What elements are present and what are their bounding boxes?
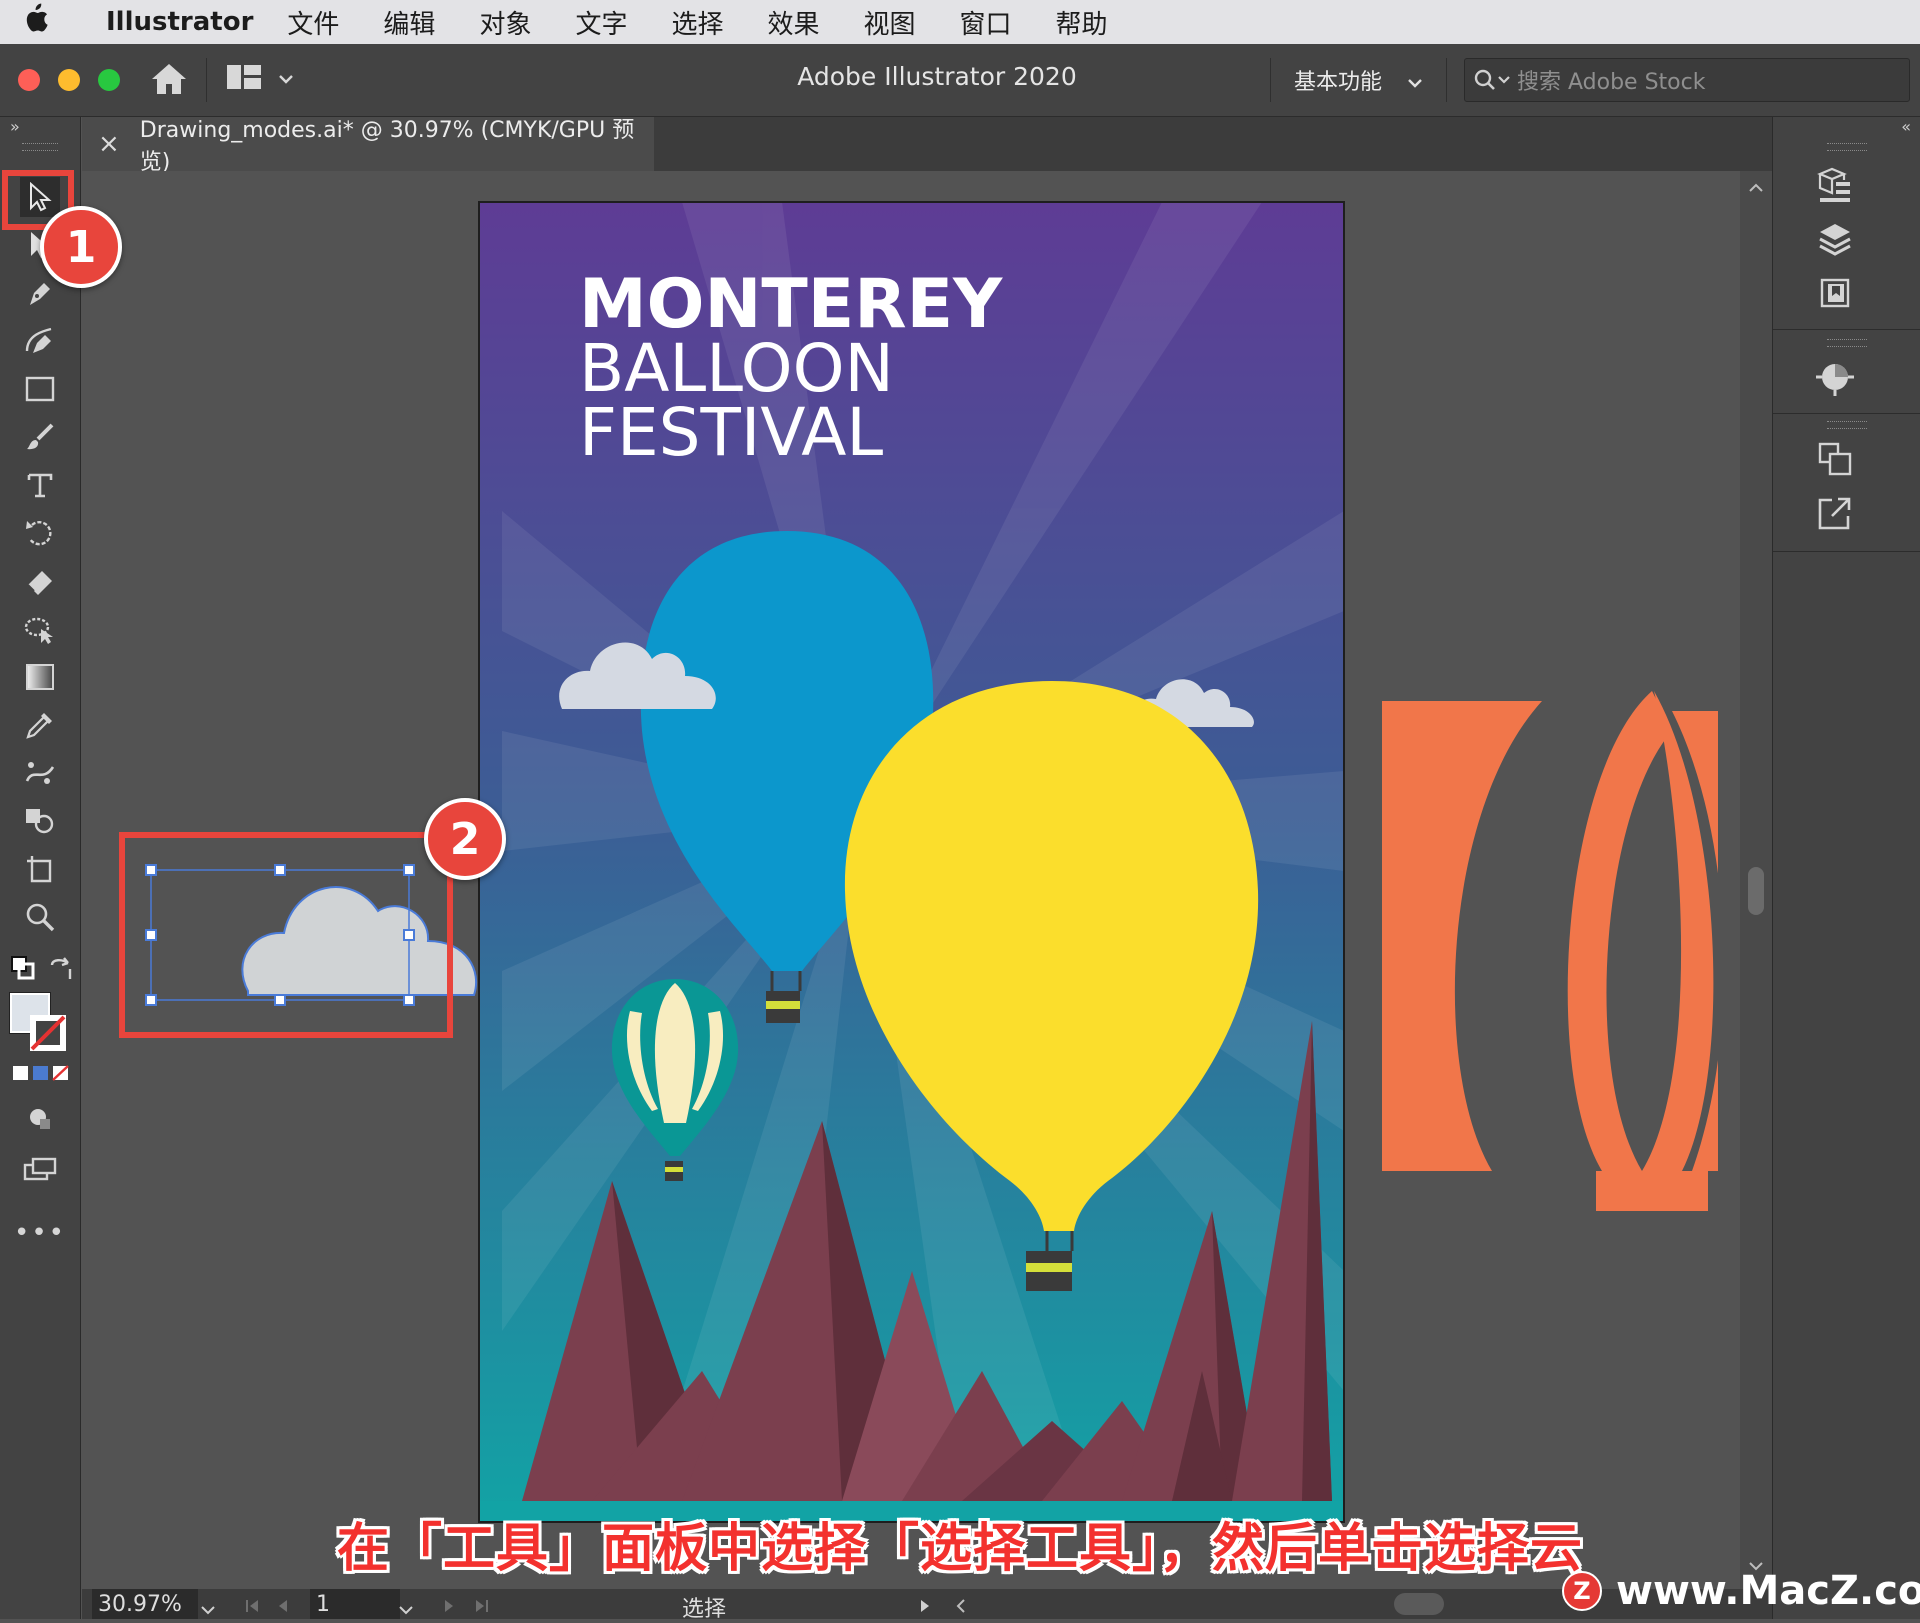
layers-panel-icon[interactable]	[1813, 217, 1857, 261]
eyedropper-tool-icon[interactable]	[20, 705, 60, 745]
search-placeholder: 搜索 Adobe Stock	[1517, 70, 1706, 95]
drawing-modes-icon[interactable]	[20, 1099, 60, 1139]
watermark: Z www.MacZ.com	[1562, 1568, 1920, 1614]
workspace-switcher[interactable]: 基本功能	[1294, 64, 1423, 96]
stock-search-input[interactable]: 搜索 Adobe Stock	[1464, 58, 1910, 102]
zoom-tool-icon[interactable]	[20, 897, 60, 937]
panel-grip[interactable]	[22, 143, 58, 151]
orange-balloon	[1382, 691, 1718, 1211]
search-icon	[1473, 68, 1513, 92]
workspace-label: 基本功能	[1294, 70, 1383, 95]
scroll-left-icon[interactable]	[954, 1595, 968, 1620]
shape-builder-tool-icon[interactable]	[20, 801, 60, 841]
menu-file[interactable]: 文件	[287, 4, 339, 41]
menu-type[interactable]: 文字	[575, 4, 627, 41]
menu-window[interactable]: 窗口	[960, 4, 1012, 41]
divider	[1773, 329, 1920, 330]
stroke-swatch[interactable]	[30, 1015, 66, 1051]
vertical-scrollbar[interactable]	[1740, 171, 1772, 1589]
curvature-tool-icon[interactable]	[20, 321, 60, 361]
transform-panel-icon[interactable]	[1813, 437, 1857, 481]
step-badge-2: 2	[424, 798, 506, 880]
poster-title-line3: FESTIVAL	[579, 394, 883, 471]
chevron-down-icon[interactable]	[200, 1597, 216, 1622]
puppet-warp-tool-icon[interactable]	[20, 609, 60, 649]
default-fill-stroke-icon[interactable]	[10, 955, 36, 985]
libraries-panel-icon[interactable]	[1813, 271, 1857, 315]
menu-effect[interactable]: 效果	[767, 4, 819, 41]
menu-edit[interactable]: 编辑	[383, 4, 435, 41]
rotate-tool-icon[interactable]	[20, 513, 60, 553]
rectangle-tool-icon[interactable]	[20, 369, 60, 409]
pen-tool-icon[interactable]	[20, 273, 60, 313]
symbol-sprayer-tool-icon[interactable]	[20, 753, 60, 793]
scroll-thumb[interactable]	[1748, 867, 1764, 915]
edit-toolbar-icon[interactable]: •••	[14, 1213, 64, 1253]
artwork-svg: MONTEREY BALLOON FESTIVAL	[119, 201, 1718, 1523]
panel-grip[interactable]	[1827, 143, 1867, 151]
zoom-field[interactable]: 30.97%	[92, 1589, 198, 1619]
menu-bar: Illustrator 文件 编辑 对象 文字 选择 效果 视图 窗口 帮助	[0, 0, 1920, 44]
chevron-down-icon	[1407, 70, 1423, 95]
previous-artboard-icon[interactable]	[276, 1595, 290, 1620]
artboard-number-field[interactable]: 1	[310, 1589, 400, 1619]
gradient-tool-icon[interactable]	[20, 657, 60, 697]
swap-fill-stroke-icon[interactable]	[48, 955, 74, 985]
panel-collapse-icon[interactable]: «	[1901, 117, 1911, 136]
horizontal-scroll-thumb[interactable]	[1394, 1593, 1444, 1615]
document-tab-label: Drawing_modes.ai* @ 30.97% (CMYK/GPU 预览)	[139, 118, 635, 175]
document-tab-bar: × Drawing_modes.ai* @ 30.97% (CMYK/GPU 预…	[82, 117, 1774, 175]
eraser-tool-icon[interactable]	[20, 561, 60, 601]
selected-cloud	[241, 886, 478, 996]
artboard-number: 1	[316, 1591, 330, 1617]
paintbrush-tool-icon[interactable]	[20, 417, 60, 457]
last-artboard-icon[interactable]	[472, 1595, 490, 1620]
chevron-up-icon[interactable]	[1748, 179, 1764, 198]
panel-collapse-icon[interactable]: »	[10, 117, 20, 136]
divider	[1446, 58, 1447, 102]
canvas[interactable]: MONTEREY BALLOON FESTIVAL	[82, 171, 1772, 1589]
divider	[1270, 58, 1271, 102]
panel-grip[interactable]	[1827, 339, 1867, 347]
apple-icon[interactable]	[0, 2, 70, 42]
right-panel-dock: «	[1772, 117, 1920, 1619]
close-tab-icon[interactable]: ×	[98, 129, 120, 159]
step-badge-1: 1	[40, 206, 122, 288]
chevron-down-icon[interactable]	[398, 1597, 414, 1622]
properties-panel-icon[interactable]	[1813, 163, 1857, 207]
type-tool-icon[interactable]	[20, 465, 60, 505]
menu-view[interactable]: 视图	[864, 4, 916, 41]
panel-grip[interactable]	[1827, 421, 1867, 429]
watermark-text: www.MacZ.com	[1616, 1568, 1920, 1614]
app-title-bar: Adobe Illustrator 2020 基本功能 搜索 Adobe Sto…	[0, 44, 1920, 117]
menu-select[interactable]: 选择	[671, 4, 723, 41]
watermark-logo: Z	[1562, 1571, 1602, 1611]
menu-object[interactable]: 对象	[479, 4, 531, 41]
divider	[1773, 413, 1920, 414]
export-panel-icon[interactable]	[1813, 491, 1857, 535]
color-guide-panel-icon[interactable]	[1813, 355, 1857, 399]
menu-app-name[interactable]: Illustrator	[106, 7, 253, 37]
status-bar: 30.97% 1 选择	[82, 1589, 1772, 1622]
zoom-value: 30.97%	[98, 1591, 182, 1617]
menu-help[interactable]: 帮助	[1056, 4, 1108, 41]
document-tab[interactable]: × Drawing_modes.ai* @ 30.97% (CMYK/GPU 预…	[82, 117, 654, 175]
screen-mode-icon[interactable]	[20, 1149, 60, 1189]
status-menu-icon[interactable]	[918, 1595, 932, 1620]
current-tool-label: 选择	[682, 1597, 727, 1622]
color-mode-icons[interactable]	[12, 1063, 70, 1087]
next-artboard-icon[interactable]	[442, 1595, 456, 1620]
divider	[1773, 551, 1920, 552]
artboard-tool-icon[interactable]	[20, 849, 60, 889]
first-artboard-icon[interactable]	[244, 1595, 262, 1620]
tools-panel: » •••	[0, 117, 81, 1619]
